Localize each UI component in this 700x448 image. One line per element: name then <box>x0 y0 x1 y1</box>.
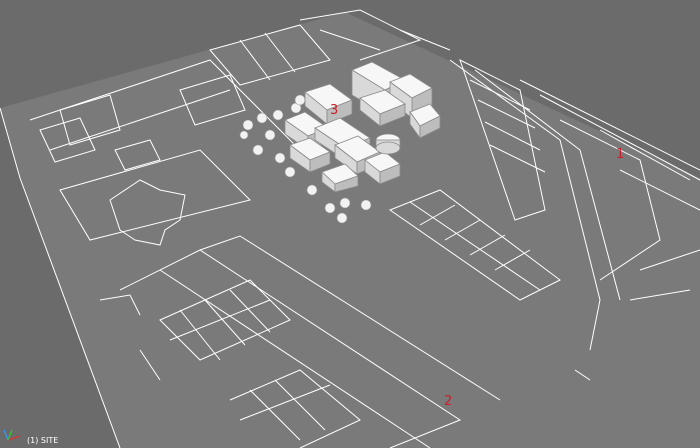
ground-plane <box>0 12 700 448</box>
viewport-label[interactable]: (1) SITE <box>27 436 58 446</box>
3d-viewport[interactable]: 1 2 3 (1) SITE <box>0 0 700 448</box>
marker-2: 2 <box>444 394 453 409</box>
site-scene[interactable] <box>0 0 700 448</box>
axis-tripod-icon <box>3 429 21 441</box>
marker-3: 3 <box>330 103 339 118</box>
marker-1: 1 <box>616 147 625 162</box>
